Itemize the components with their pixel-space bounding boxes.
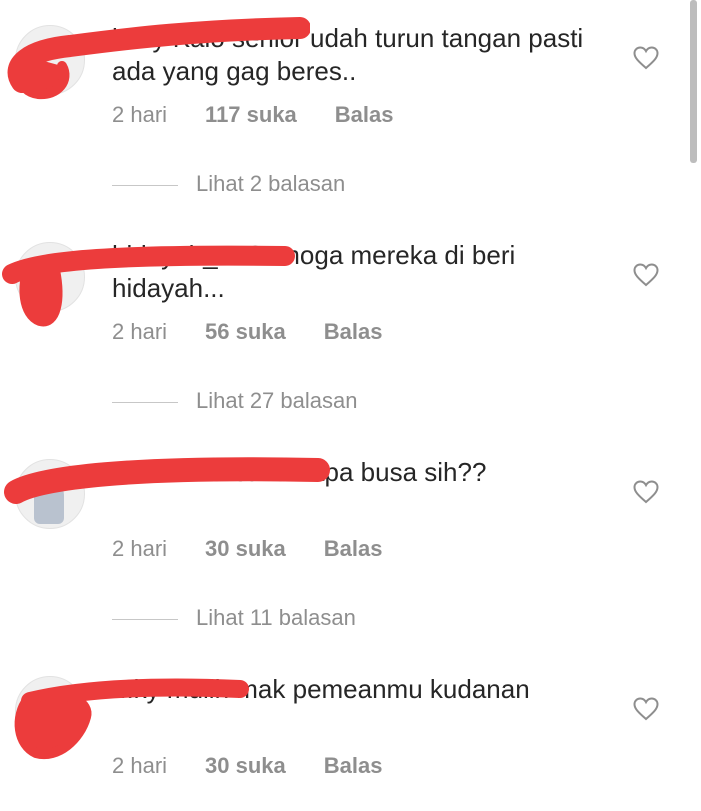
comment-time: 2 hari [112,319,168,344]
avatar-photo [34,480,64,524]
comment-likes[interactable]: 56 suka [205,319,286,345]
comment-meta: 2 hari 117 suka Balas [112,102,394,128]
comment-body: itu bantal apa busa sih?? [197,457,487,487]
comment-item: ...ky mulih mak pemeanmu kudanan 2 hari 3… [0,651,701,811]
comment-body: Kalo senior udah turun tangan pasti ada … [112,23,584,86]
comment-likes[interactable]: 30 suka [205,753,286,779]
reply-button[interactable]: Balas [324,536,383,562]
comment-username[interactable]: l...ky [112,23,165,53]
comment-username[interactable]: hidayah_... [112,240,239,270]
comment-time: 2 hari [112,102,168,127]
comment-item: ...us26 itu bantal apa busa sih?? 2 hari… [0,434,701,594]
comment-time: 2 hari [112,536,168,561]
view-replies-label[interactable]: Lihat 11 balasan [196,605,356,630]
comment-meta: 2 hari 56 suka Balas [112,319,383,345]
view-replies-label[interactable]: Lihat 2 balasan [196,171,345,196]
heart-icon[interactable] [633,697,659,721]
reply-button[interactable]: Balas [335,102,394,128]
comment-text: hidayah_... Semoga mereka di beri hidaya… [112,239,602,305]
comment-body: mulih mak pemeanmu kudanan [166,674,530,704]
comment-text: ...ky mulih mak pemeanmu kudanan [112,673,602,706]
heart-icon[interactable] [633,480,659,504]
comment-item: hidayah_... Semoga mereka di beri hidaya… [0,217,701,377]
avatar[interactable] [15,242,85,312]
comment-time: 2 hari [112,753,168,778]
comment-likes[interactable]: 30 suka [205,536,286,562]
comment-meta: 2 hari 30 suka Balas [112,536,383,562]
reply-button[interactable]: Balas [324,319,383,345]
view-replies-label[interactable]: Lihat 27 balasan [196,388,357,413]
view-replies-button[interactable]: Lihat 11 balasan [112,605,356,631]
avatar[interactable] [15,459,85,529]
comment-meta: 2 hari 30 suka Balas [112,753,383,779]
divider-line [112,618,178,620]
avatar[interactable] [15,25,85,95]
view-replies-button[interactable]: Lihat 27 balasan [112,388,357,414]
reply-button[interactable]: Balas [324,753,383,779]
comment-text: ...us26 itu bantal apa busa sih?? [112,456,602,489]
heart-icon[interactable] [633,263,659,287]
scrollbar[interactable] [690,0,697,163]
divider-line [112,184,178,186]
avatar[interactable] [15,676,85,746]
divider-line [112,401,178,403]
comment-username[interactable]: ...ky [112,674,160,704]
heart-icon[interactable] [633,46,659,70]
comment-item: l...ky Kalo senior udah turun tangan pas… [0,0,701,160]
comment-likes[interactable]: 117 suka [205,102,297,128]
comment-username[interactable]: ...us26 [112,457,190,487]
view-replies-button[interactable]: Lihat 2 balasan [112,171,345,197]
comment-text: l...ky Kalo senior udah turun tangan pas… [112,22,602,88]
